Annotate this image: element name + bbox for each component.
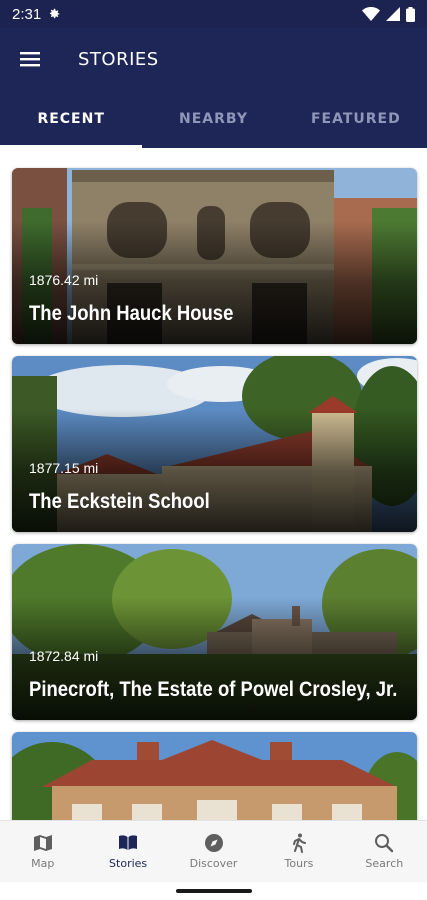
status-bar: 2:31 bbox=[0, 0, 427, 28]
nav-label: Discover bbox=[189, 857, 238, 870]
gesture-bar bbox=[0, 882, 427, 900]
story-distance: 1872.84 mi bbox=[29, 648, 99, 664]
gesture-handle[interactable] bbox=[176, 889, 252, 893]
story-title: Pinecroft, The Estate of Powel Crosley, … bbox=[29, 678, 398, 701]
story-card[interactable]: 1872.84 mi Pinecroft, The Estate of Powe… bbox=[12, 544, 417, 720]
bottom-navigation: Map Stories Discover Tours Search bbox=[0, 820, 427, 882]
wifi-icon bbox=[362, 7, 380, 21]
battery-icon bbox=[406, 6, 415, 22]
search-icon bbox=[375, 834, 394, 853]
tab-featured[interactable]: FEATURED bbox=[285, 90, 427, 148]
story-title: The Eckstein School bbox=[29, 490, 210, 513]
story-image bbox=[12, 732, 417, 820]
nav-map[interactable]: Map bbox=[0, 821, 85, 882]
compass-icon bbox=[204, 834, 223, 852]
status-time: 2:31 bbox=[12, 5, 42, 23]
nav-label: Search bbox=[365, 857, 404, 870]
tab-recent[interactable]: RECENT bbox=[0, 90, 143, 148]
story-card[interactable] bbox=[12, 732, 417, 820]
tab-bar: RECENT NEARBY FEATURED bbox=[0, 90, 427, 148]
nav-discover[interactable]: Discover bbox=[171, 821, 256, 882]
tab-nearby[interactable]: NEARBY bbox=[142, 90, 284, 148]
story-card[interactable]: 1876.42 mi The John Hauck House bbox=[12, 168, 417, 344]
book-icon bbox=[119, 835, 138, 850]
map-icon bbox=[33, 835, 52, 851]
story-card[interactable]: 1877.15 mi The Eckstein School bbox=[12, 356, 417, 532]
nav-stories[interactable]: Stories bbox=[85, 821, 170, 882]
walking-person-icon bbox=[292, 833, 306, 853]
story-list[interactable]: 1876.42 mi The John Hauck House 1877.15 … bbox=[0, 148, 427, 820]
nav-tours[interactable]: Tours bbox=[256, 821, 341, 882]
gear-icon bbox=[50, 8, 60, 19]
page-title: STORIES bbox=[78, 48, 159, 70]
hamburger-menu-icon bbox=[20, 52, 40, 67]
story-distance: 1876.42 mi bbox=[29, 272, 99, 288]
story-distance: 1877.15 mi bbox=[29, 460, 99, 476]
app-bar: STORIES bbox=[0, 28, 427, 90]
nav-label: Map bbox=[31, 857, 55, 870]
nav-label: Stories bbox=[109, 857, 148, 870]
nav-label: Tours bbox=[284, 857, 314, 870]
story-title: The John Hauck House bbox=[29, 302, 234, 325]
menu-button[interactable] bbox=[0, 28, 60, 90]
signal-icon bbox=[386, 7, 400, 21]
nav-search[interactable]: Search bbox=[342, 821, 427, 882]
